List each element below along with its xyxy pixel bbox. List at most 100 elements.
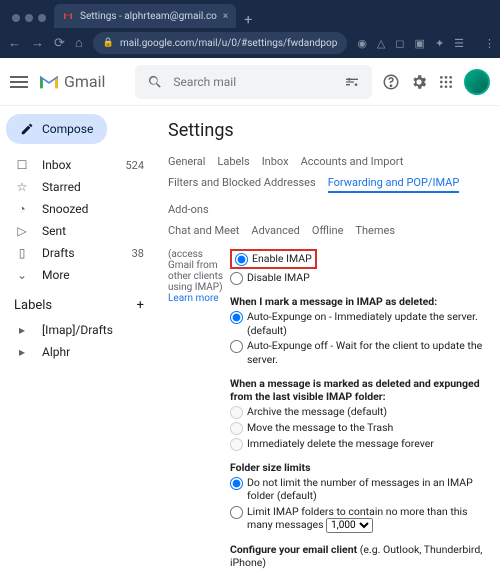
nav-count: 524 [125, 159, 144, 172]
expunge-off-label: Auto-Expunge off - Wait for the client t… [247, 339, 490, 366]
apps-icon[interactable] [438, 74, 454, 90]
nolimit-radio[interactable] [230, 477, 243, 490]
nav-icon: ☐ [14, 158, 30, 172]
nav-icon: ▯ [14, 246, 30, 260]
new-tab-button[interactable]: + [236, 12, 260, 28]
home-icon[interactable]: ⌂ [75, 35, 83, 51]
browser-tab[interactable]: Settings - alphrteam@gmail.co × [54, 4, 236, 28]
search-input[interactable] [173, 75, 334, 89]
search-icon [147, 74, 163, 90]
nav-count: 38 [132, 247, 144, 260]
nav-sent[interactable]: ▷ Sent [6, 220, 152, 242]
search-options-icon[interactable] [344, 74, 360, 90]
reload-icon[interactable]: ⟳ [54, 36, 65, 51]
tab-add-ons[interactable]: Add-ons [168, 203, 209, 218]
ext-icon-3[interactable]: ▣ [415, 37, 425, 50]
label-item[interactable]: ▸ Alphr [6, 341, 152, 363]
tab-accounts-and-import[interactable]: Accounts and Import [301, 155, 404, 170]
tab-inbox[interactable]: Inbox [262, 155, 289, 170]
nav-label: Starred [42, 180, 81, 194]
deleted-header: When I mark a message in IMAP as deleted… [230, 295, 490, 308]
account-avatar[interactable] [464, 69, 490, 95]
tab-general[interactable]: General [168, 155, 205, 170]
archive-radio[interactable] [230, 406, 243, 419]
compose-button[interactable]: Compose [6, 114, 107, 144]
lock-icon: 🔒 [103, 38, 114, 48]
browser-chrome: Settings - alphrteam@gmail.co × + ← → ⟳ … [0, 0, 500, 58]
forward-icon[interactable]: → [31, 35, 44, 51]
gmail-name: Gmail [64, 72, 105, 91]
nav-icon: ☆ [14, 180, 30, 194]
nav-snoozed[interactable]: ◔ Snoozed [6, 198, 152, 220]
main-menu-icon[interactable] [10, 73, 28, 91]
delete-forever-radio[interactable] [230, 438, 243, 451]
address-bar[interactable]: 🔒 mail.google.com/mail/u/0/#settings/fwd… [93, 32, 348, 54]
expunge-off-radio[interactable] [230, 340, 243, 353]
label-icon: ▸ [14, 345, 30, 359]
help-icon[interactable] [382, 73, 400, 91]
expunge-on-radio[interactable] [230, 311, 243, 324]
disable-imap-label: Disable IMAP [247, 271, 310, 285]
tab-themes[interactable]: Themes [355, 224, 395, 239]
archive-label: Archive the message (default) [247, 405, 387, 419]
folder-limits-header: Folder size limits [230, 461, 490, 474]
eye-icon[interactable]: ◉ [357, 37, 367, 50]
search-bar[interactable] [135, 65, 372, 99]
label-item[interactable]: ▸ [Imap]/Drafts [6, 319, 152, 341]
enable-imap-radio[interactable] [235, 253, 248, 266]
close-tab-icon[interactable]: × [223, 11, 228, 22]
sidebar: Compose ☐Inbox524 ☆ Starred ◔ Snoozed ▷ Sent ▯ D… [0, 106, 158, 573]
nav-starred[interactable]: ☆ Starred [6, 176, 152, 198]
imap-access-note: (access Gmail from other clients using I… [168, 249, 223, 293]
configure-client-header: Configure your email client [230, 543, 357, 556]
nav-inbox[interactable]: ☐Inbox524 [6, 154, 152, 176]
tab-chat-and-meet[interactable]: Chat and Meet [168, 224, 239, 239]
disable-imap-radio[interactable] [230, 272, 243, 285]
bookmark-icon[interactable]: ☰ [454, 37, 464, 50]
gear-icon[interactable] [410, 73, 428, 91]
tab-filters-and-blocked-addresses[interactable]: Filters and Blocked Addresses [168, 176, 316, 193]
gmail-m-icon [38, 74, 60, 90]
compose-label: Compose [42, 122, 93, 136]
delete-forever-label: Immediately delete the message forever [247, 437, 434, 451]
ext-icon-1[interactable]: △ [377, 37, 385, 50]
gmail-favicon [62, 10, 74, 22]
tab-labels[interactable]: Labels [217, 155, 249, 170]
move-trash-label: Move the message to the Trash [247, 421, 393, 435]
nav-label: Sent [42, 224, 66, 238]
tab-offline[interactable]: Offline [312, 224, 344, 239]
pencil-icon [20, 122, 34, 136]
gmail-header: Gmail [0, 58, 500, 106]
nav-label: More [42, 268, 70, 282]
page-title: Settings [168, 120, 490, 141]
enable-imap-label: Enable IMAP [252, 252, 312, 266]
move-trash-radio[interactable] [230, 422, 243, 435]
enable-imap-highlight: Enable IMAP [230, 249, 317, 269]
expunge-on-label: Auto-Expunge on - Immediately update the… [247, 310, 490, 337]
nav-icon: ▷ [14, 224, 30, 238]
ext-icon-2[interactable]: ◻ [395, 37, 404, 50]
window-controls[interactable] [8, 14, 54, 28]
extensions-icon[interactable]: ✦ [435, 37, 444, 50]
add-label-icon[interactable]: + [137, 298, 144, 313]
learn-more-link[interactable]: Learn more [168, 293, 219, 304]
nav-label: Snoozed [42, 202, 88, 216]
tab-forwarding-and-pop-imap[interactable]: Forwarding and POP/IMAP [328, 176, 460, 193]
label-icon: ▸ [14, 323, 30, 337]
limit-radio[interactable] [230, 506, 243, 519]
tab-advanced[interactable]: Advanced [251, 224, 299, 239]
label-text: [Imap]/Drafts [42, 323, 113, 337]
nav-icon: ◔ [14, 202, 30, 216]
url-text: mail.google.com/mail/u/0/#settings/fwdan… [120, 38, 337, 49]
nav-more[interactable]: ⌄More [6, 264, 152, 286]
back-icon[interactable]: ← [8, 35, 21, 51]
tab-title: Settings - alphrteam@gmail.co [80, 11, 217, 22]
limit-select[interactable]: 1,000 [326, 518, 373, 533]
gmail-logo[interactable]: Gmail [38, 72, 105, 91]
expunged-header: When a message is marked as deleted and … [230, 377, 490, 403]
nav-label: Drafts [42, 246, 75, 260]
settings-main: Settings General Labels Inbox Accounts and … [158, 106, 500, 573]
label-text: Alphr [42, 345, 70, 359]
nav-drafts[interactable]: ▯ Drafts 38 [6, 242, 152, 264]
browser-menu-icon[interactable]: ⋮ [484, 37, 495, 50]
